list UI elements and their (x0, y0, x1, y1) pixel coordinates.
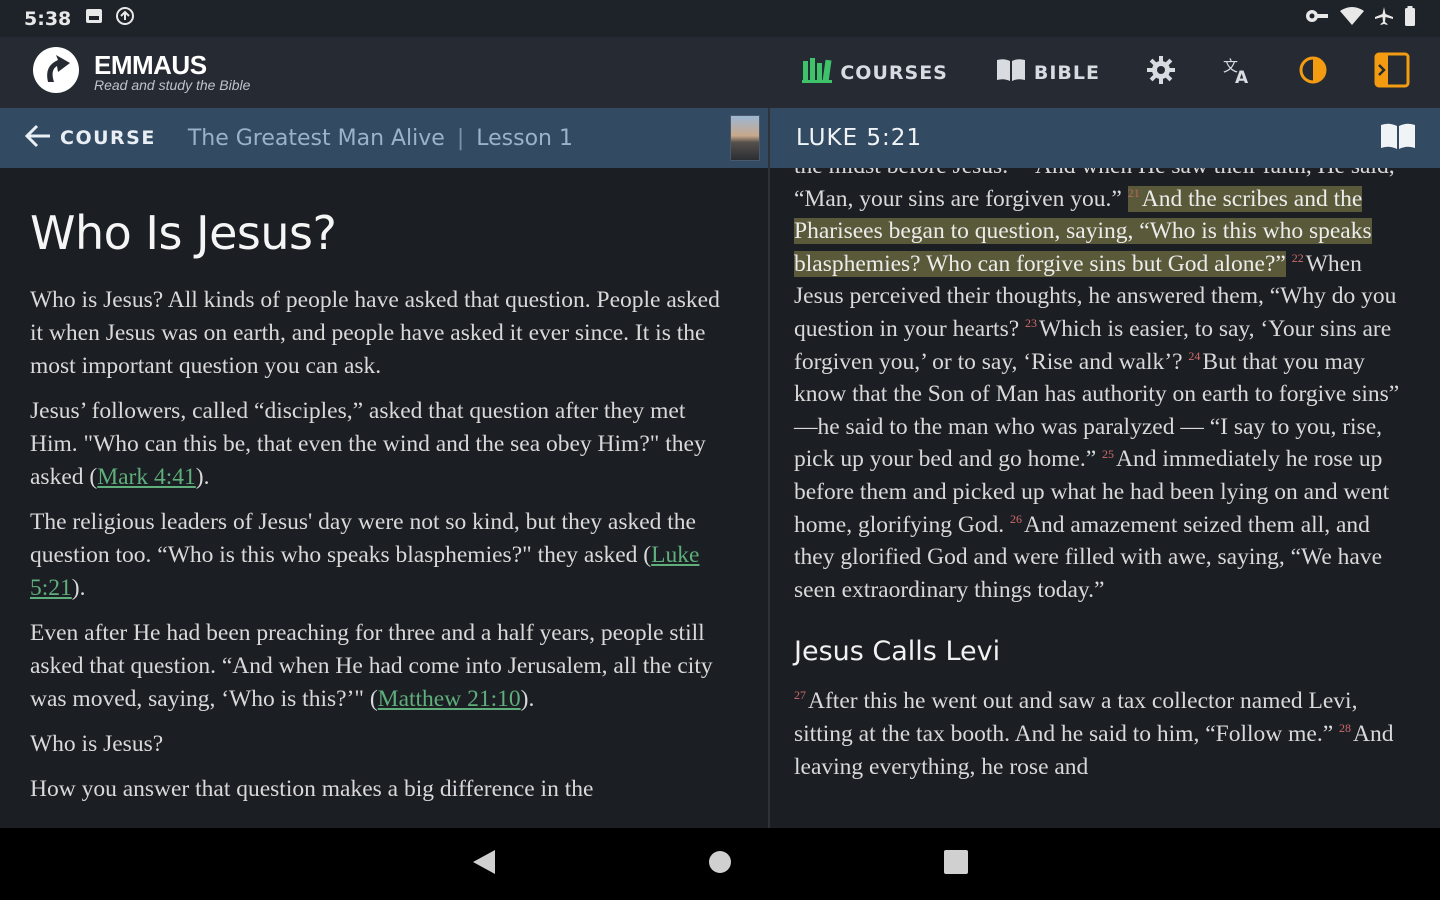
wifi-icon (1340, 6, 1364, 31)
bible-pane: LUKE 5:21 the midst before Jesus. ²⁰ And… (770, 108, 1440, 828)
nav-bible-button[interactable]: BIBLE (996, 58, 1100, 87)
svg-text:A: A (1235, 68, 1249, 85)
recents-square-icon[interactable] (943, 849, 969, 880)
lesson-paragraph: Even after He had been preaching for thr… (30, 620, 713, 712)
lesson-header: COURSE The Greatest Man Alive | Lesson 1 (0, 108, 768, 168)
verse-number: 27 (794, 688, 806, 703)
verse-text[interactable]: After this he went out and saw a tax col… (794, 688, 1357, 747)
settings-button[interactable] (1146, 55, 1176, 90)
battery-icon (1404, 6, 1416, 31)
panel-toggle-button[interactable] (1374, 52, 1410, 93)
verse-number: 22 (1291, 250, 1304, 265)
app-bar: EMMAUS Read and study the Bible COURSES (0, 37, 1440, 108)
contrast-icon (1298, 55, 1328, 90)
app-tagline: Read and study the Bible (94, 77, 251, 93)
scripture-link-matthew[interactable]: Matthew 21:10 (378, 686, 521, 712)
data-saver-icon (115, 6, 135, 31)
bible-text: the midst before Jesus. ²⁰ And when He s… (770, 168, 1440, 783)
bible-reference[interactable]: LUKE 5:21 (796, 125, 922, 151)
bible-header: LUKE 5:21 (770, 108, 1440, 168)
verse-number: 26 (1010, 511, 1023, 526)
breadcrumb-separator: | (456, 125, 465, 151)
notification-icon (85, 7, 103, 30)
back-arrow-icon (24, 124, 52, 153)
courses-icon (802, 57, 833, 88)
lesson-paragraph: Who is Jesus? All kinds of people have a… (30, 287, 720, 379)
translate-icon: 文 A (1222, 55, 1252, 90)
breadcrumb: The Greatest Man Alive | Lesson 1 (188, 126, 573, 151)
panel-toggle-icon (1374, 52, 1410, 93)
verse-text: the midst before Jesus. ²⁰ And when He s… (794, 168, 1345, 179)
scripture-link-mark[interactable]: Mark 4:41 (97, 464, 196, 490)
verse-number: 28 (1339, 721, 1352, 736)
top-nav: COURSES BIBLE 文 A (754, 37, 1410, 108)
bible-icon (996, 58, 1026, 87)
nav-courses-button[interactable]: COURSES (802, 57, 948, 88)
breadcrumb-course[interactable]: The Greatest Man Alive (188, 126, 445, 151)
back-to-course-button[interactable]: COURSE (24, 124, 156, 153)
open-book-icon[interactable] (1380, 122, 1416, 155)
vpn-key-icon (1304, 8, 1330, 29)
lesson-content: Who Is Jesus? Who is Jesus? All kinds of… (0, 168, 768, 806)
breadcrumb-lesson[interactable]: Lesson 1 (476, 126, 573, 151)
app-brand: EMMAUS (94, 50, 207, 80)
airplane-icon (1374, 6, 1394, 31)
verse-number: 23 (1025, 316, 1038, 331)
system-nav-bar (0, 828, 1440, 900)
lesson-title: Who Is Jesus? (30, 206, 337, 260)
lesson-paragraph: Who is Jesus? (30, 731, 164, 757)
translate-button[interactable]: 文 A (1222, 55, 1252, 90)
bible-passage: the midst before Jesus. ²⁰ And when He s… (794, 168, 1416, 606)
lesson-pane: COURSE The Greatest Man Alive | Lesson 1… (0, 108, 768, 828)
lesson-paragraph: The religious leaders of Jesus' day were… (30, 509, 700, 601)
back-label: COURSE (60, 127, 156, 149)
lesson-paragraph: Jesus’ followers, called “disciples,” as… (30, 398, 706, 490)
verse-number: 21 (1127, 185, 1140, 200)
status-bar: 5:38 (0, 0, 1440, 37)
app-logo[interactable]: EMMAUS Read and study the Bible (30, 44, 250, 101)
logo-icon (30, 44, 82, 101)
course-thumbnail[interactable] (730, 115, 760, 161)
nav-bible-label: BIBLE (1033, 61, 1100, 84)
verse-number: 24 (1188, 348, 1201, 363)
status-time: 5:38 (24, 7, 72, 30)
contrast-button[interactable] (1298, 55, 1328, 90)
bible-passage: 27After this he went out and saw a tax c… (794, 685, 1416, 783)
home-circle-icon[interactable] (707, 849, 733, 880)
gear-icon (1146, 55, 1176, 90)
section-heading: Jesus Calls Levi (794, 636, 1001, 668)
verse-number: 25 (1102, 446, 1115, 461)
back-triangle-icon[interactable] (471, 848, 497, 881)
lesson-paragraph: How you answer that question makes a big… (30, 776, 594, 802)
nav-courses-label: COURSES (840, 61, 948, 84)
